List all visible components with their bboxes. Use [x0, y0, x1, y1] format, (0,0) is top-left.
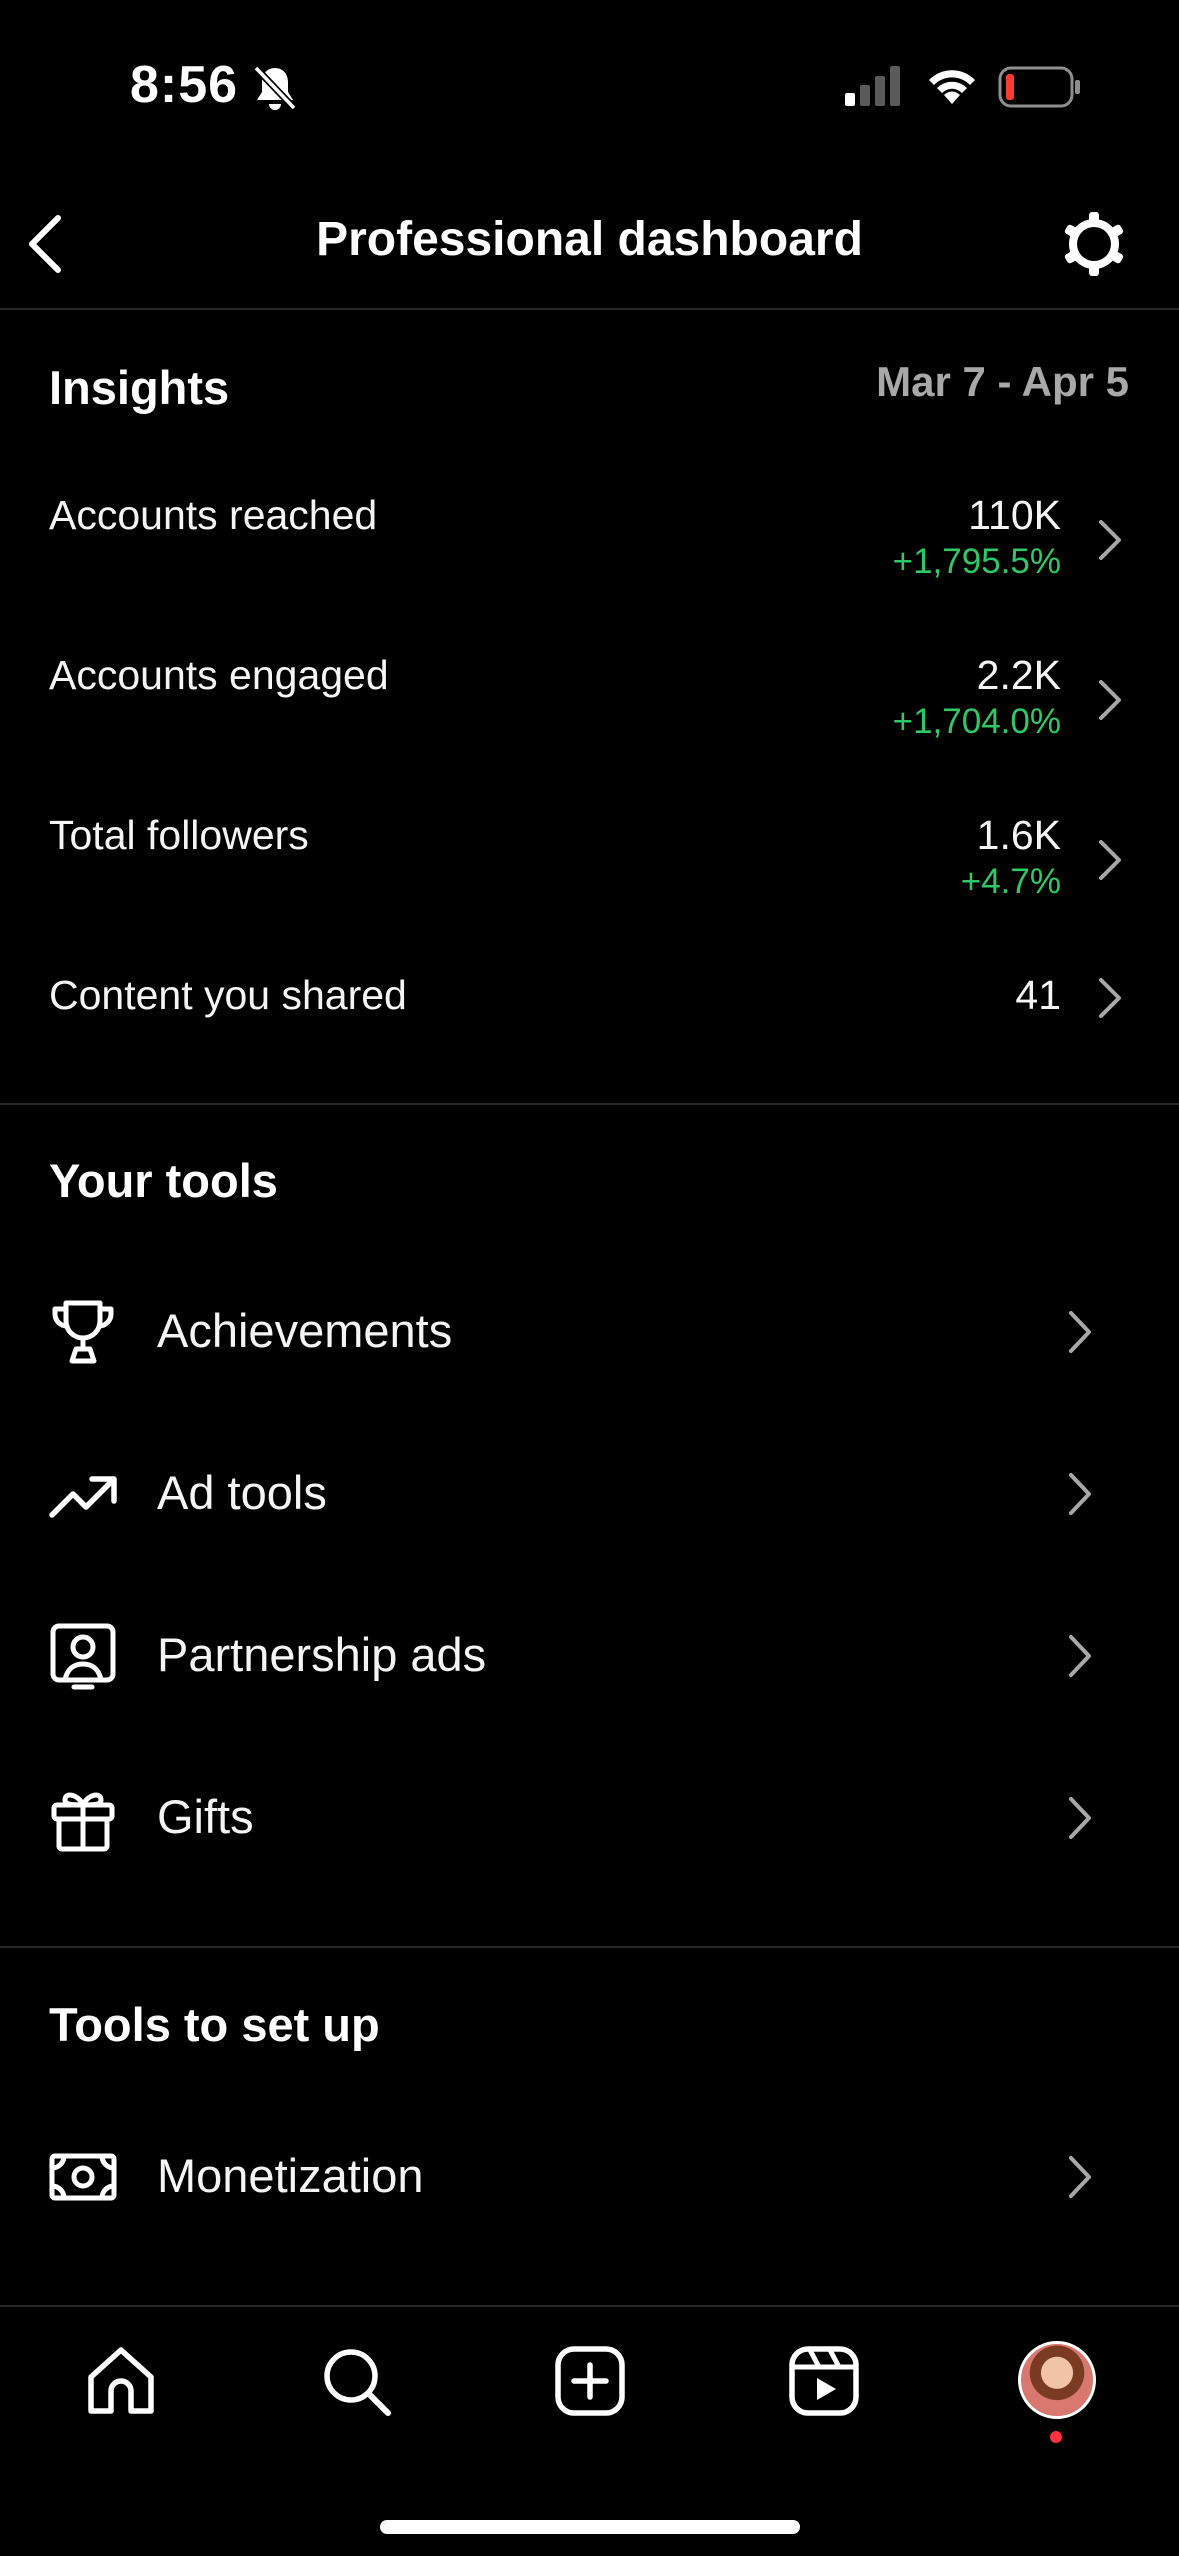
metric-value: 2.2K: [976, 652, 1061, 698]
chevron-right-icon: [1099, 840, 1121, 880]
your-tools-title: Your tools: [49, 1154, 278, 1207]
gift-icon: [51, 1792, 115, 1852]
chevron-right-icon: [1069, 1473, 1091, 1515]
chevron-right-icon: [1099, 978, 1121, 1018]
tool-item-gifts[interactable]: Gifts: [0, 1758, 1179, 1878]
cellular-signal-icon: [845, 66, 900, 106]
notification-dot: [1050, 2431, 1062, 2443]
metric-value: 1.6K: [976, 812, 1061, 858]
tool-item-ad-tools[interactable]: Ad tools: [0, 1434, 1179, 1554]
metric-value: 41: [1015, 972, 1061, 1018]
chevron-right-icon: [1069, 1635, 1091, 1677]
chevron-right-icon: [1069, 2156, 1091, 2198]
wifi-icon: [929, 70, 975, 104]
metric-row-content-shared[interactable]: Content you shared 41: [0, 972, 1179, 1052]
metric-row-accounts-reached[interactable]: Accounts reached 110K +1,795.5%: [0, 492, 1179, 632]
trending-up-icon: [49, 1476, 117, 1518]
chevron-right-icon: [1099, 520, 1121, 560]
person-frame-icon: [50, 1623, 116, 1690]
date-range[interactable]: Mar 7 - Apr 5: [876, 358, 1129, 406]
metric-row-total-followers[interactable]: Total followers 1.6K +4.7%: [0, 812, 1179, 952]
home-icon[interactable]: [83, 2343, 159, 2419]
tool-label: Monetization: [157, 2149, 424, 2202]
chevron-right-icon: [1099, 680, 1121, 720]
chevron-right-icon: [1069, 1797, 1091, 1839]
insights-title: Insights: [49, 361, 230, 414]
battery-low-icon: [998, 66, 1080, 108]
search-icon[interactable]: [318, 2343, 394, 2419]
page-title: Professional dashboard: [316, 213, 863, 266]
tool-label: Gifts: [157, 1790, 254, 1843]
chevron-right-icon: [1069, 1311, 1091, 1353]
home-indicator: [380, 2520, 800, 2534]
metric-change: +4.7%: [960, 862, 1061, 901]
bell-slash-icon: [253, 65, 297, 111]
section-divider: [0, 1103, 1179, 1105]
tool-item-monetization[interactable]: Monetization: [0, 2117, 1179, 2237]
create-post-icon[interactable]: [552, 2343, 628, 2419]
trophy-icon: [52, 1300, 114, 1364]
profile-avatar[interactable]: [1018, 2341, 1096, 2419]
header-divider: [0, 308, 1179, 310]
section-divider: [0, 1946, 1179, 1948]
metric-label: Accounts engaged: [49, 652, 389, 698]
tool-label: Ad tools: [157, 1466, 327, 1519]
metric-label: Total followers: [49, 812, 309, 858]
tool-item-achievements[interactable]: Achievements: [0, 1272, 1179, 1392]
metric-value: 110K: [968, 492, 1061, 538]
metric-change: +1,795.5%: [892, 542, 1061, 581]
money-icon: [49, 2153, 117, 2201]
tools-to-set-up-title: Tools to set up: [49, 1998, 380, 2051]
metric-label: Accounts reached: [49, 492, 378, 538]
tool-label: Achievements: [157, 1304, 453, 1357]
tool-label: Partnership ads: [157, 1628, 487, 1681]
metric-row-accounts-engaged[interactable]: Accounts engaged 2.2K +1,704.0%: [0, 652, 1179, 792]
tool-item-partnership-ads[interactable]: Partnership ads: [0, 1596, 1179, 1716]
status-time: 8:56: [130, 56, 239, 114]
metric-change: +1,704.0%: [892, 702, 1061, 741]
metric-label: Content you shared: [49, 972, 407, 1018]
reels-icon[interactable]: [786, 2343, 862, 2419]
tab-bar-divider: [0, 2305, 1179, 2307]
settings-gear-icon[interactable]: [1058, 208, 1130, 280]
